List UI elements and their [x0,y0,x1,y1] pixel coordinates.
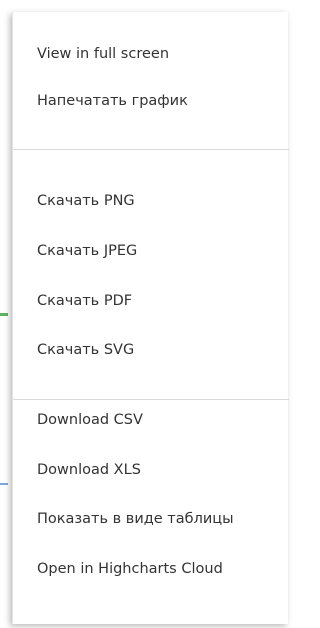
menu-item-download-png[interactable]: Скачать PNG [37,190,135,212]
export-context-menu: View in full screen Напечатать график Ск… [12,12,289,624]
menu-item-download-jpeg[interactable]: Скачать JPEG [37,240,137,262]
menu-item-open-highcharts-cloud[interactable]: Open in Highcharts Cloud [37,558,223,580]
menu-item-view-full-screen[interactable]: View in full screen [37,43,169,65]
menu-item-download-xls[interactable]: Download XLS [37,459,141,481]
menu-separator [13,149,289,150]
menu-separator [13,399,289,400]
menu-item-download-pdf[interactable]: Скачать PDF [37,290,132,312]
chart-series-line-fragment [0,313,8,316]
menu-item-view-data-table[interactable]: Показать в виде таблицы [37,508,234,530]
menu-item-print-chart[interactable]: Напечатать график [37,90,188,112]
menu-item-download-svg[interactable]: Скачать SVG [37,339,134,361]
chart-series-line-fragment [0,483,8,485]
menu-item-download-csv[interactable]: Download CSV [37,409,143,431]
